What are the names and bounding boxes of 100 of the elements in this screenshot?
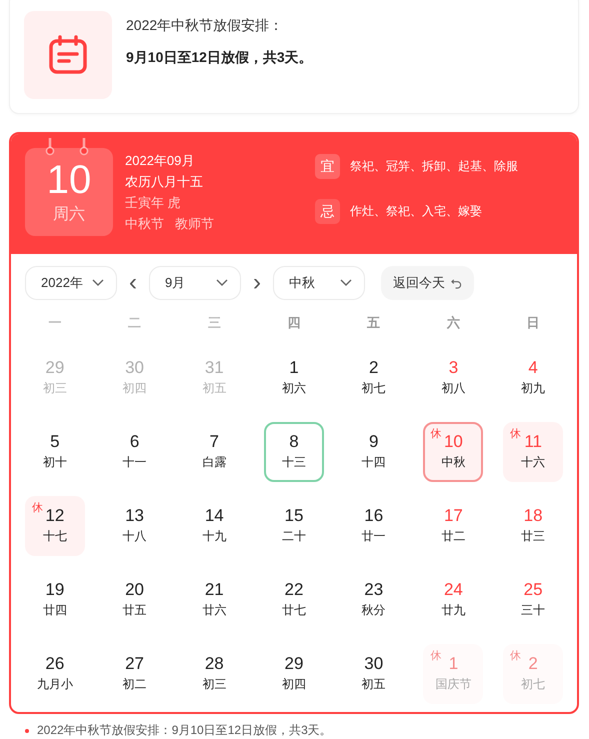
almanac-text: 作灶、祭祀、入宅、嫁娶 — [350, 203, 482, 220]
festival-list: 中秋节 教师节 — [125, 215, 315, 233]
day-cell[interactable]: 28 初三 — [184, 644, 244, 704]
month-label: 2022年09月 — [125, 152, 196, 170]
lunar-day: 初八 — [441, 380, 466, 397]
chevron-down-icon — [216, 279, 228, 287]
month-select[interactable]: 9月 — [149, 266, 241, 300]
day-number: 1 — [289, 359, 299, 378]
day-cell[interactable]: 1 初六 — [264, 348, 324, 408]
day-number: 10 — [444, 433, 463, 452]
day-cell[interactable]: 15 二十 — [264, 496, 324, 556]
lunar-day: 初三 — [42, 380, 67, 397]
lunar-day: 廿二 — [441, 528, 466, 545]
undo-icon — [451, 278, 462, 288]
lunar-day: 初九 — [521, 380, 546, 397]
day-cell[interactable]: 3 初八 — [423, 348, 484, 408]
day-number: 27 — [125, 655, 144, 674]
day-cell[interactable]: 30 初五 — [344, 644, 404, 704]
lunar-day: 九月小 — [36, 676, 73, 693]
weekday-heading: 三 — [208, 314, 221, 332]
lunar-day: 秋分 — [362, 602, 386, 619]
lunar-day: 三十 — [521, 602, 546, 619]
day-number: 30 — [125, 359, 144, 378]
day-cell[interactable]: 24 廿九 — [423, 570, 484, 630]
lunar-day: 十八 — [122, 528, 147, 545]
day-cell[interactable]: 2 初七 — [344, 348, 404, 408]
chevron-down-icon — [92, 279, 104, 287]
day-cell[interactable]: 7 白露 — [184, 422, 244, 482]
day-cell[interactable]: 18 廿三 — [503, 496, 564, 556]
day-number: 9 — [368, 433, 378, 452]
rest-mark: 休 — [510, 649, 522, 663]
day-number: 7 — [210, 433, 220, 452]
weekday-heading: 一 — [48, 314, 62, 332]
day-number: 19 — [45, 581, 64, 600]
day-cell[interactable]: 17 廿二 — [423, 496, 484, 556]
day-cell[interactable]: 8 十三 — [264, 422, 324, 482]
day-number: 25 — [524, 581, 543, 600]
day-cell[interactable]: 20 廿五 — [104, 570, 165, 630]
lunar-day: 十七 — [42, 528, 67, 545]
lunar-day: 初十 — [42, 454, 67, 471]
next-month-button[interactable]: › — [249, 271, 265, 295]
ganzhi-year: 壬寅年 虎 — [125, 194, 182, 212]
day-number: 14 — [204, 507, 224, 526]
day-number: 8 — [289, 433, 299, 452]
day-number: 23 — [364, 581, 384, 600]
almanac-tag: 宜 — [315, 154, 340, 179]
day-cell[interactable]: 29 初四 — [264, 644, 324, 704]
lunar-day: 十九 — [202, 528, 226, 545]
day-cell[interactable]: 9 十四 — [344, 422, 404, 482]
day-cell[interactable]: 26 九月小 — [24, 644, 85, 704]
year-select[interactable]: 2022年 — [25, 266, 117, 300]
lunar-day: 廿七 — [282, 602, 306, 619]
lunar-day: 初七 — [362, 380, 386, 397]
lunar-day: 初五 — [202, 380, 226, 397]
chevron-down-icon — [340, 279, 352, 287]
day-cell[interactable]: 5 初十 — [24, 422, 85, 482]
lunar-day: 初七 — [521, 676, 546, 693]
rest-mark: 休 — [32, 501, 43, 515]
weekday-label: 周六 — [53, 204, 85, 224]
lunar-day: 初四 — [122, 380, 147, 397]
day-number: 29 — [284, 655, 304, 674]
lunar-date: 农历八月十五 — [125, 173, 204, 191]
day-number: 28 — [204, 655, 224, 674]
lunar-day: 廿四 — [42, 602, 67, 619]
lunar-day: 十三 — [282, 454, 306, 471]
lunar-day: 初二 — [122, 676, 147, 693]
lunar-day: 国庆节 — [435, 676, 472, 693]
lunar-day: 廿六 — [202, 602, 226, 619]
calendar-icon — [48, 35, 88, 75]
day-cell[interactable]: 4 初九 — [503, 348, 564, 408]
day-cell[interactable]: 23 秋分 — [344, 570, 404, 630]
lunar-day: 二十 — [282, 528, 306, 545]
day-cell[interactable]: 22 廿七 — [264, 570, 324, 630]
day-cell[interactable]: 25 三十 — [503, 570, 564, 630]
day-cell[interactable]: 21 廿六 — [184, 570, 244, 630]
lunar-day: 白露 — [202, 454, 226, 471]
lunar-day: 初四 — [282, 676, 306, 693]
day-number: 2 — [368, 359, 378, 378]
weekday-heading: 四 — [287, 314, 300, 332]
back-to-today-button[interactable]: 返回今天 — [381, 266, 474, 300]
rest-mark: 休 — [430, 427, 442, 441]
day-cell[interactable]: 14 十九 — [184, 496, 244, 556]
day-number: 2 — [528, 655, 538, 674]
day-number: 6 — [130, 433, 140, 452]
day-number: 31 — [204, 359, 224, 378]
rest-mark: 休 — [510, 427, 522, 441]
holiday-select[interactable]: 中秋 — [273, 266, 365, 300]
day-cell[interactable]: 27 初二 — [104, 644, 165, 704]
day-cell[interactable]: 19 廿四 — [24, 570, 85, 630]
lunar-day: 初三 — [202, 676, 226, 693]
day-cell[interactable]: 6 十一 — [104, 422, 165, 482]
day-cell[interactable]: 16 廿一 — [344, 496, 404, 556]
day-cell[interactable]: 13 十八 — [104, 496, 165, 556]
day-number: 15 — [284, 507, 304, 526]
day-number: 18 — [524, 507, 543, 526]
almanac-tag: 忌 — [315, 199, 340, 224]
day-number: 29 — [45, 359, 64, 378]
previous-month-button[interactable]: ‹ — [125, 271, 141, 295]
lunar-day: 初六 — [282, 380, 306, 397]
day-number: 1 — [448, 655, 458, 674]
